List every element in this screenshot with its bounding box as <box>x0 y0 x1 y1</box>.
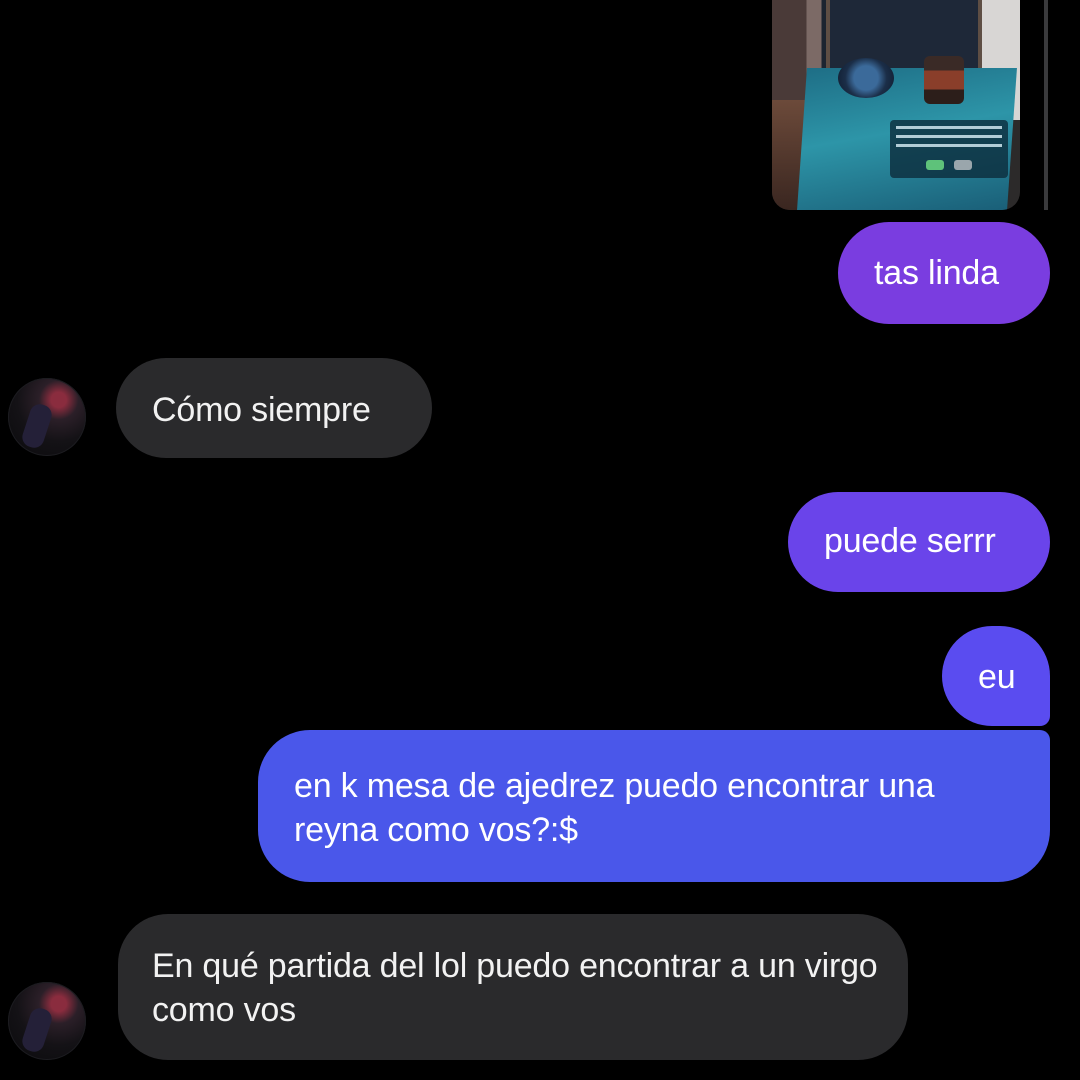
photo-notice-decline <box>954 160 972 170</box>
chat-thread: tas linda Cómo siempre puede serrr eu en… <box>0 0 1080 1080</box>
contact-avatar[interactable] <box>8 378 86 456</box>
sent-message-bubble[interactable]: eu <box>942 626 1050 726</box>
photo-jar <box>924 56 964 104</box>
received-message-bubble[interactable]: En qué partida del lol puedo encontrar a… <box>118 914 908 1060</box>
photo-plate <box>838 58 894 98</box>
scrollbar[interactable] <box>1044 0 1048 210</box>
photo-notice-accept <box>926 160 944 170</box>
sent-message-bubble[interactable]: en k mesa de ajedrez puedo encontrar una… <box>258 730 1050 882</box>
photo-on-screen-notice <box>890 120 1008 178</box>
contact-avatar[interactable] <box>8 982 86 1060</box>
sent-message-bubble[interactable]: puede serrr <box>788 492 1050 592</box>
received-message-bubble[interactable]: Cómo siempre <box>116 358 432 458</box>
shared-photo[interactable] <box>772 0 1020 210</box>
sent-message-bubble[interactable]: tas linda <box>838 222 1050 324</box>
